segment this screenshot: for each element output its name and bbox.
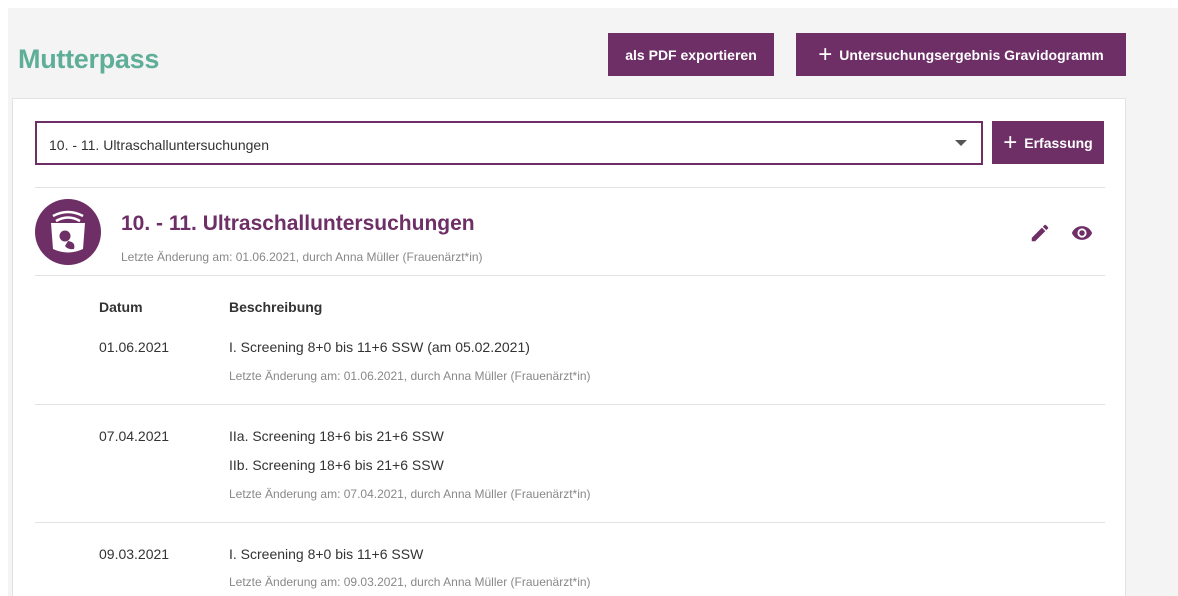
row-description: I. Screening 8+0 bis 11+6 SSW [229,546,424,562]
plus-icon: + [818,40,833,68]
add-gravidogramm-label: Untersuchungsergebnis Gravidogramm [839,46,1104,63]
mutterpass-card: 10. - 11. Ultraschalluntersuchungen 10. … [12,98,1126,596]
row-description: IIa. Screening 18+6 bis 21+6 SSW [229,428,444,444]
add-erfassung-button[interactable]: + Erfassung [992,121,1104,164]
ultrasound-icon [35,199,101,265]
row-date: 09.03.2021 [99,546,170,562]
exam-type-select-value: 10. - 11. Ultraschalluntersuchungen [49,137,269,153]
divider [35,404,1105,405]
row-description: I. Screening 8+0 bis 11+6 SSW (am 05.02.… [229,339,530,355]
export-pdf-button[interactable]: als PDF exportieren [608,33,774,76]
pencil-icon[interactable] [1029,222,1051,244]
exam-type-select[interactable]: 10. - 11. Ultraschalluntersuchungen [35,121,983,165]
row-description: IIb. Screening 18+6 bis 21+6 SSW [229,457,444,473]
eye-icon[interactable] [1071,222,1093,244]
page-title: Mutterpass [18,44,160,74]
column-header-description: Beschreibung [229,299,323,315]
row-date: 01.06.2021 [99,339,170,355]
divider [35,522,1105,523]
chevron-down-icon [955,140,967,146]
divider [35,187,1105,188]
row-meta: Letzte Änderung am: 07.04.2021, durch An… [229,487,591,501]
plus-icon: + [1003,128,1018,156]
column-header-date: Datum [99,299,143,315]
row-meta: Letzte Änderung am: 09.03.2021, durch An… [229,575,591,589]
section-title: 10. - 11. Ultraschalluntersuchungen [121,212,475,235]
row-date: 07.04.2021 [99,428,170,444]
export-pdf-label: als PDF exportieren [625,46,757,63]
row-meta: Letzte Änderung am: 01.06.2021, durch An… [229,369,591,383]
divider [35,275,1105,276]
add-gravidogramm-button[interactable]: + Untersuchungsergebnis Gravidogramm [796,33,1126,76]
section-meta: Letzte Änderung am: 01.06.2021, durch An… [121,250,483,264]
add-erfassung-label: Erfassung [1024,134,1093,151]
